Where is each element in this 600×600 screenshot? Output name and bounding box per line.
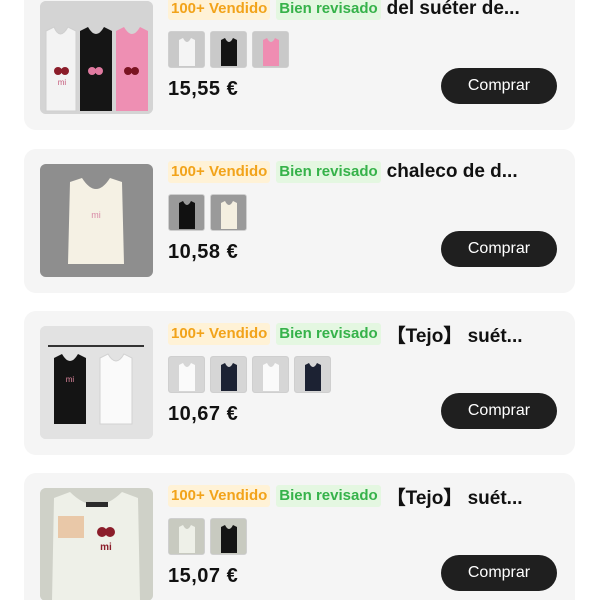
reviewed-badge: Bien revisado: [276, 485, 381, 507]
thumb-logo-text: mi: [58, 78, 67, 87]
buy-button[interactable]: Comprar: [441, 231, 557, 267]
variant-thumb[interactable]: [168, 356, 205, 393]
product-title[interactable]: del suéter de...: [387, 0, 560, 20]
variant-list: [168, 31, 289, 68]
variant-list: [168, 518, 247, 555]
product-title-row[interactable]: 100+ Vendido Bien revisado 【Tejo】 suét..…: [168, 321, 560, 347]
reviewed-badge: Bien revisado: [276, 0, 381, 20]
thumb-logo-text: mi: [100, 542, 112, 553]
buy-button[interactable]: Comprar: [441, 68, 557, 104]
variant-thumb[interactable]: [294, 356, 331, 393]
thumb-logo-text: mi: [91, 210, 101, 220]
product-title-row[interactable]: 100+ Vendido Bien revisado chaleco de d.…: [168, 159, 560, 185]
product-card[interactable]: mi 100+ Vendido Bien revisado 【Tejo】 sué…: [24, 473, 575, 600]
reviewed-badge: Bien revisado: [276, 323, 381, 345]
product-title[interactable]: 【Tejo】 suét...: [387, 321, 560, 347]
product-price: 10,67 €: [168, 403, 239, 425]
product-title[interactable]: 【Tejo】 suét...: [387, 483, 560, 509]
variant-thumb[interactable]: [210, 518, 247, 555]
variant-thumb[interactable]: [210, 194, 247, 231]
variant-thumb[interactable]: [252, 31, 289, 68]
variant-list: [168, 194, 247, 231]
variant-thumb[interactable]: [168, 31, 205, 68]
reviewed-badge: Bien revisado: [276, 161, 381, 183]
variant-thumb[interactable]: [252, 356, 289, 393]
product-price: 15,07 €: [168, 565, 239, 587]
buy-button[interactable]: Comprar: [441, 555, 557, 591]
product-image[interactable]: mi: [40, 164, 153, 277]
product-image[interactable]: mi: [40, 1, 153, 114]
buy-button[interactable]: Comprar: [441, 393, 557, 429]
product-title-row[interactable]: 100+ Vendido Bien revisado del suéter de…: [168, 0, 560, 22]
product-title[interactable]: chaleco de d...: [387, 161, 560, 183]
variant-thumb[interactable]: [210, 31, 247, 68]
sold-count-badge: 100+ Vendido: [168, 0, 271, 20]
product-price: 15,55 €: [168, 78, 239, 100]
product-card[interactable]: mi 100+ Vendido Bien revisado chaleco de…: [24, 149, 575, 293]
sold-count-badge: 100+ Vendido: [168, 161, 271, 183]
variant-thumb[interactable]: [168, 518, 205, 555]
product-image[interactable]: mi: [40, 488, 153, 600]
product-price: 10,58 €: [168, 241, 239, 263]
variant-list: [168, 356, 331, 393]
product-card[interactable]: mi 100+ Vendido Bien revisado del suéter…: [24, 0, 575, 130]
product-card[interactable]: mi 100+ Vendido Bien revisado 【Tejo】 sué…: [24, 311, 575, 455]
sold-count-badge: 100+ Vendido: [168, 323, 271, 345]
product-image[interactable]: mi: [40, 326, 153, 439]
sold-count-badge: 100+ Vendido: [168, 485, 271, 507]
variant-thumb[interactable]: [210, 356, 247, 393]
product-title-row[interactable]: 100+ Vendido Bien revisado 【Tejo】 suét..…: [168, 483, 560, 509]
thumb-logo-text: mi: [66, 375, 75, 384]
variant-thumb[interactable]: [168, 194, 205, 231]
